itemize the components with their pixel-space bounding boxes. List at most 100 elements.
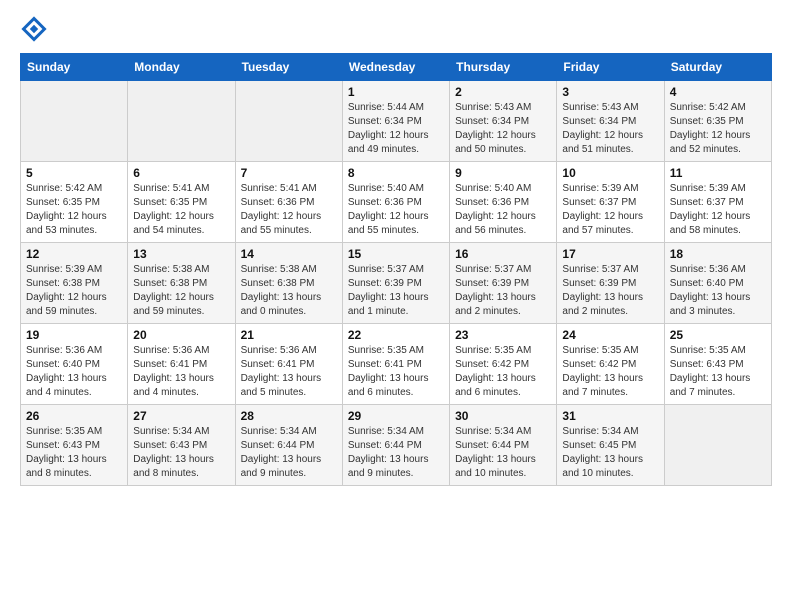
day-info: Sunrise: 5:35 AM Sunset: 6:43 PM Dayligh… <box>26 425 122 481</box>
day-info: Sunrise: 5:36 AM Sunset: 6:41 PM Dayligh… <box>133 344 229 400</box>
day-cell: 21 Sunrise: 5:36 AM Sunset: 6:41 PM Dayli… <box>235 324 342 405</box>
day-info: Sunrise: 5:43 AM Sunset: 6:34 PM Dayligh… <box>455 101 551 157</box>
day-cell <box>664 405 771 486</box>
day-info: Sunrise: 5:42 AM Sunset: 6:35 PM Dayligh… <box>26 182 122 238</box>
day-number: 8 <box>348 166 444 180</box>
day-cell: 22 Sunrise: 5:35 AM Sunset: 6:41 PM Dayli… <box>342 324 449 405</box>
day-number: 24 <box>562 328 658 342</box>
day-info: Sunrise: 5:39 AM Sunset: 6:37 PM Dayligh… <box>562 182 658 238</box>
day-info: Sunrise: 5:41 AM Sunset: 6:35 PM Dayligh… <box>133 182 229 238</box>
day-cell: 1Sunrise: 5:44 AM Sunset: 6:34 PM Daylig… <box>342 81 449 162</box>
day-info: Sunrise: 5:37 AM Sunset: 6:39 PM Dayligh… <box>455 263 551 319</box>
day-number: 31 <box>562 409 658 423</box>
day-number: 26 <box>26 409 122 423</box>
day-number: 16 <box>455 247 551 261</box>
calendar-table: SundayMondayTuesdayWednesdayThursdayFrid… <box>20 53 772 486</box>
day-number: 6 <box>133 166 229 180</box>
logo-icon <box>20 15 48 43</box>
day-cell: 30 Sunrise: 5:34 AM Sunset: 6:44 PM Dayli… <box>450 405 557 486</box>
day-info: Sunrise: 5:36 AM Sunset: 6:40 PM Dayligh… <box>670 263 766 319</box>
week-row-4: 19 Sunrise: 5:36 AM Sunset: 6:40 PM Dayli… <box>21 324 772 405</box>
day-number: 11 <box>670 166 766 180</box>
day-cell: 8Sunrise: 5:40 AM Sunset: 6:36 PM Daylig… <box>342 162 449 243</box>
day-cell: 4Sunrise: 5:42 AM Sunset: 6:35 PM Daylig… <box>664 81 771 162</box>
day-number: 18 <box>670 247 766 261</box>
day-info: Sunrise: 5:42 AM Sunset: 6:35 PM Dayligh… <box>670 101 766 157</box>
day-cell <box>21 81 128 162</box>
day-number: 1 <box>348 85 444 99</box>
day-number: 27 <box>133 409 229 423</box>
day-info: Sunrise: 5:37 AM Sunset: 6:39 PM Dayligh… <box>348 263 444 319</box>
day-info: Sunrise: 5:35 AM Sunset: 6:42 PM Dayligh… <box>562 344 658 400</box>
day-cell: 3Sunrise: 5:43 AM Sunset: 6:34 PM Daylig… <box>557 81 664 162</box>
day-cell: 16 Sunrise: 5:37 AM Sunset: 6:39 PM Dayli… <box>450 243 557 324</box>
week-row-2: 5Sunrise: 5:42 AM Sunset: 6:35 PM Daylig… <box>21 162 772 243</box>
day-cell <box>128 81 235 162</box>
day-cell: 29 Sunrise: 5:34 AM Sunset: 6:44 PM Dayli… <box>342 405 449 486</box>
day-number: 30 <box>455 409 551 423</box>
day-info: Sunrise: 5:38 AM Sunset: 6:38 PM Dayligh… <box>241 263 337 319</box>
week-row-3: 12Sunrise: 5:39 AM Sunset: 6:38 PM Dayli… <box>21 243 772 324</box>
day-info: Sunrise: 5:41 AM Sunset: 6:36 PM Dayligh… <box>241 182 337 238</box>
day-info: Sunrise: 5:35 AM Sunset: 6:42 PM Dayligh… <box>455 344 551 400</box>
day-cell: 14Sunrise: 5:38 AM Sunset: 6:38 PM Dayli… <box>235 243 342 324</box>
day-number: 25 <box>670 328 766 342</box>
day-cell: 24 Sunrise: 5:35 AM Sunset: 6:42 PM Dayli… <box>557 324 664 405</box>
day-number: 10 <box>562 166 658 180</box>
day-cell: 26 Sunrise: 5:35 AM Sunset: 6:43 PM Dayli… <box>21 405 128 486</box>
header-cell-sunday: Sunday <box>21 54 128 81</box>
day-cell: 28Sunrise: 5:34 AM Sunset: 6:44 PM Dayli… <box>235 405 342 486</box>
day-cell: 15 Sunrise: 5:37 AM Sunset: 6:39 PM Dayli… <box>342 243 449 324</box>
day-cell: 10 Sunrise: 5:39 AM Sunset: 6:37 PM Dayli… <box>557 162 664 243</box>
day-cell: 7 Sunrise: 5:41 AM Sunset: 6:36 PM Daylig… <box>235 162 342 243</box>
day-info: Sunrise: 5:36 AM Sunset: 6:41 PM Dayligh… <box>241 344 337 400</box>
day-cell: 27 Sunrise: 5:34 AM Sunset: 6:43 PM Dayli… <box>128 405 235 486</box>
header-cell-tuesday: Tuesday <box>235 54 342 81</box>
day-cell: 11 Sunrise: 5:39 AM Sunset: 6:37 PM Dayli… <box>664 162 771 243</box>
day-number: 21 <box>241 328 337 342</box>
day-cell: 6 Sunrise: 5:41 AM Sunset: 6:35 PM Daylig… <box>128 162 235 243</box>
day-info: Sunrise: 5:34 AM Sunset: 6:45 PM Dayligh… <box>562 425 658 481</box>
day-number: 12 <box>26 247 122 261</box>
day-info: Sunrise: 5:37 AM Sunset: 6:39 PM Dayligh… <box>562 263 658 319</box>
day-info: Sunrise: 5:35 AM Sunset: 6:43 PM Dayligh… <box>670 344 766 400</box>
day-cell <box>235 81 342 162</box>
day-number: 7 <box>241 166 337 180</box>
day-info: Sunrise: 5:34 AM Sunset: 6:43 PM Dayligh… <box>133 425 229 481</box>
week-row-1: 1Sunrise: 5:44 AM Sunset: 6:34 PM Daylig… <box>21 81 772 162</box>
day-cell: 25 Sunrise: 5:35 AM Sunset: 6:43 PM Dayli… <box>664 324 771 405</box>
day-number: 22 <box>348 328 444 342</box>
day-number: 19 <box>26 328 122 342</box>
day-number: 17 <box>562 247 658 261</box>
day-info: Sunrise: 5:34 AM Sunset: 6:44 PM Dayligh… <box>455 425 551 481</box>
day-cell: 5Sunrise: 5:42 AM Sunset: 6:35 PM Daylig… <box>21 162 128 243</box>
day-number: 13 <box>133 247 229 261</box>
day-number: 29 <box>348 409 444 423</box>
day-cell: 13Sunrise: 5:38 AM Sunset: 6:38 PM Dayli… <box>128 243 235 324</box>
day-number: 15 <box>348 247 444 261</box>
header-cell-monday: Monday <box>128 54 235 81</box>
day-number: 23 <box>455 328 551 342</box>
logo <box>20 15 52 43</box>
day-info: Sunrise: 5:39 AM Sunset: 6:37 PM Dayligh… <box>670 182 766 238</box>
day-number: 2 <box>455 85 551 99</box>
header-cell-thursday: Thursday <box>450 54 557 81</box>
week-row-5: 26 Sunrise: 5:35 AM Sunset: 6:43 PM Dayli… <box>21 405 772 486</box>
day-info: Sunrise: 5:35 AM Sunset: 6:41 PM Dayligh… <box>348 344 444 400</box>
day-info: Sunrise: 5:36 AM Sunset: 6:40 PM Dayligh… <box>26 344 122 400</box>
day-info: Sunrise: 5:34 AM Sunset: 6:44 PM Dayligh… <box>348 425 444 481</box>
day-cell: 2 Sunrise: 5:43 AM Sunset: 6:34 PM Daylig… <box>450 81 557 162</box>
day-number: 3 <box>562 85 658 99</box>
day-info: Sunrise: 5:34 AM Sunset: 6:44 PM Dayligh… <box>241 425 337 481</box>
page: SundayMondayTuesdayWednesdayThursdayFrid… <box>0 0 792 612</box>
header-row: SundayMondayTuesdayWednesdayThursdayFrid… <box>21 54 772 81</box>
day-number: 20 <box>133 328 229 342</box>
day-cell: 18 Sunrise: 5:36 AM Sunset: 6:40 PM Dayli… <box>664 243 771 324</box>
day-cell: 9Sunrise: 5:40 AM Sunset: 6:36 PM Daylig… <box>450 162 557 243</box>
day-cell: 23 Sunrise: 5:35 AM Sunset: 6:42 PM Dayli… <box>450 324 557 405</box>
day-cell: 17 Sunrise: 5:37 AM Sunset: 6:39 PM Dayli… <box>557 243 664 324</box>
header-cell-friday: Friday <box>557 54 664 81</box>
day-cell: 19 Sunrise: 5:36 AM Sunset: 6:40 PM Dayli… <box>21 324 128 405</box>
header <box>20 15 772 43</box>
day-cell: 20 Sunrise: 5:36 AM Sunset: 6:41 PM Dayli… <box>128 324 235 405</box>
